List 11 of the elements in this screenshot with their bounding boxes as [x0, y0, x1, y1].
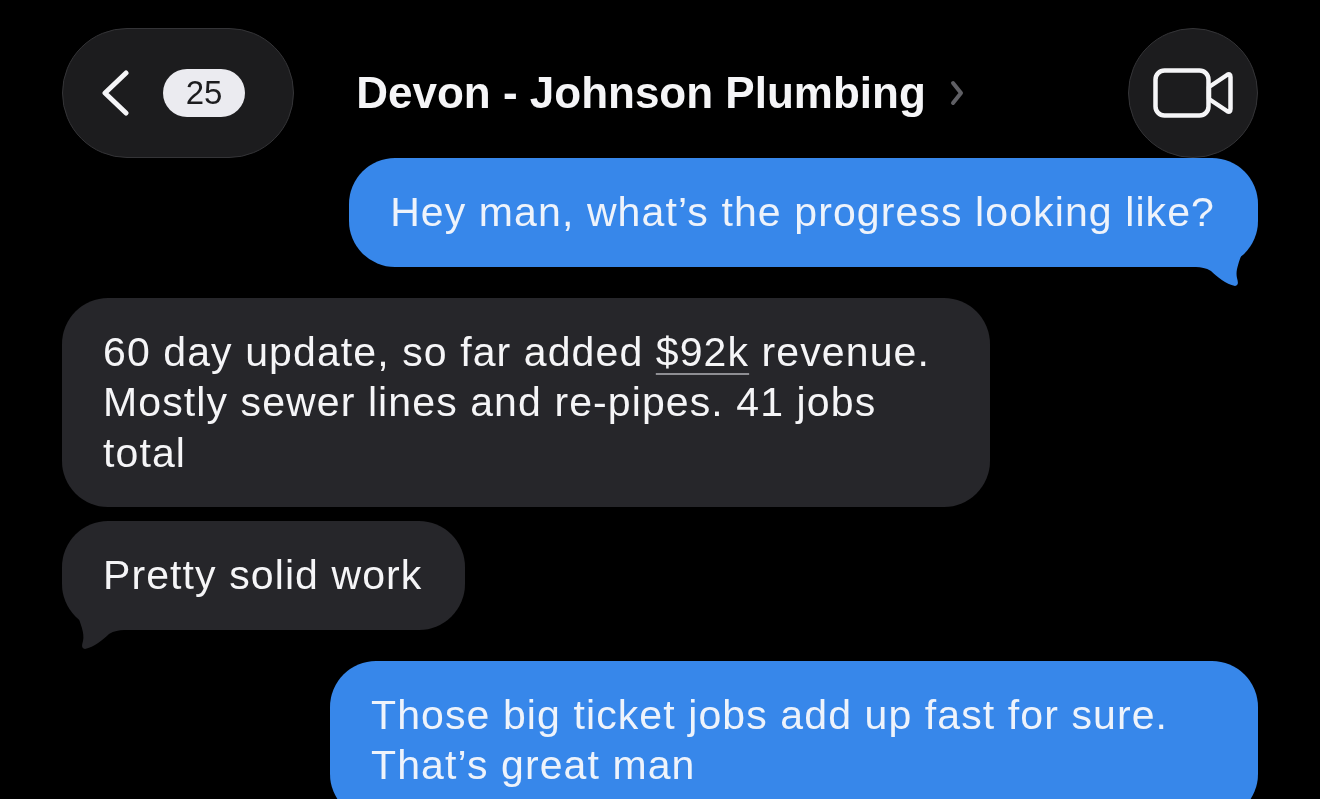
back-button[interactable]: 25: [62, 28, 294, 158]
message-text: Those big ticket jobs add up fast for sure. That’s great man: [371, 690, 1170, 790]
chevron-right-icon: [949, 80, 964, 106]
message-text: Hey man, what’s the progress looking like?: [390, 188, 1215, 237]
amount-link[interactable]: $92k: [655, 328, 750, 375]
unread-count-badge: 25: [163, 69, 245, 117]
contact-name-button[interactable]: Devon - Johnson Plumbing: [356, 68, 964, 118]
message-text: Pretty solid work: [103, 551, 423, 600]
video-camera-icon: [1153, 68, 1233, 118]
message-text: 60 day update, so far added $92k revenue. Mostly sewer lines and re-pipes. 41 jobs total: [103, 327, 931, 478]
chevron-left-icon: [100, 70, 130, 116]
